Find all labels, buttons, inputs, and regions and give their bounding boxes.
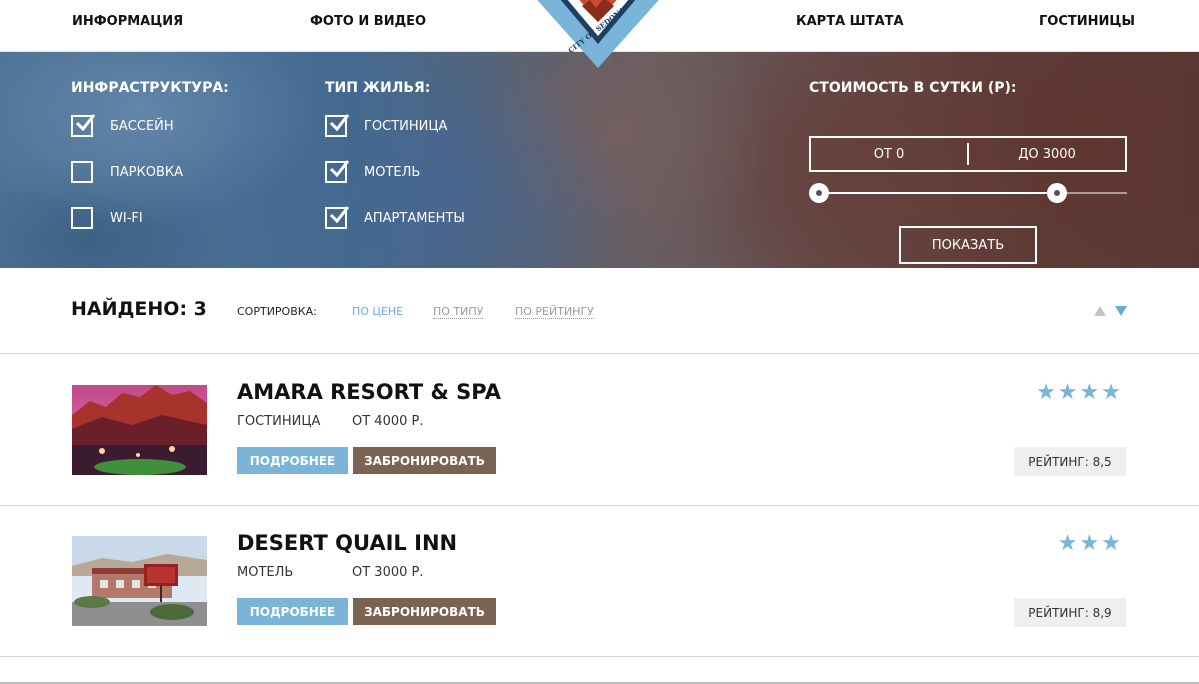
show-button[interactable]: ПОКАЗАТЬ [899, 226, 1037, 264]
sort-by-price[interactable]: ПО ЦЕНЕ [352, 305, 403, 318]
nav-item-hotels[interactable]: ГОСТИНИЦЫ [1039, 14, 1135, 29]
checkbox-label: БАССЕЙН [110, 118, 174, 134]
rating-badge: РЕЙТИНГ: 8,9 [1014, 598, 1126, 627]
price-to[interactable]: ДО 3000 [969, 138, 1125, 170]
checkbox-wifi[interactable]: WI-FI [71, 207, 143, 229]
slider-track-fill [819, 192, 1058, 194]
price-title: СТОИМОСТЬ В СУТКИ (Р): [809, 80, 1017, 96]
star-icon: ★ [1079, 531, 1100, 556]
nav-item-state-map[interactable]: КАРТА ШТАТА [796, 14, 904, 29]
infrastructure-title: ИНФРАСТРУКТУРА: [71, 80, 229, 96]
nav-item-photo-video[interactable]: ФОТО И ВИДЕО [310, 14, 426, 29]
checkbox-label: WI-FI [110, 210, 143, 226]
hotel-card: AMARA RESORT & SPA ГОСТИНИЦА ОТ 4000 Р. … [0, 355, 1199, 506]
sort-descending-icon[interactable] [1115, 306, 1127, 316]
star-icon: ★ [1079, 380, 1100, 405]
slider-handle-min[interactable] [809, 183, 829, 203]
checkbox-box[interactable] [71, 161, 93, 183]
hotel-type: ГОСТИНИЦА [237, 414, 321, 429]
checkbox-apartments[interactable]: АПАРТАМЕНТЫ [325, 206, 465, 229]
details-button[interactable]: ПОДРОБНЕЕ [237, 598, 348, 625]
hotel-card: DESERT QUAIL INN МОТЕЛЬ ОТ 3000 Р. ПОДРО… [0, 506, 1199, 657]
star-icon: ★ [1057, 531, 1078, 556]
sort-by-rating[interactable]: ПО РЕЙТИНГУ [515, 305, 594, 319]
city-of-sedona-logo[interactable]: CITY OF SEDONA [530, 0, 666, 68]
check-icon [329, 160, 350, 178]
star-icon: ★ [1101, 531, 1121, 556]
check-icon [329, 206, 350, 224]
checkbox-motel[interactable]: МОТЕЛЬ [325, 160, 421, 183]
checkbox-label: ПАРКОВКА [110, 164, 184, 180]
hotel-name[interactable]: AMARA RESORT & SPA [237, 380, 501, 404]
nav-item-information[interactable]: ИНФОРМАЦИЯ [72, 14, 183, 29]
book-button[interactable]: ЗАБРОНИРОВАТЬ [353, 598, 496, 625]
hotel-photo[interactable] [72, 385, 207, 475]
sort-ascending-icon[interactable] [1094, 306, 1106, 316]
star-icon: ★ [1101, 380, 1121, 405]
checkbox-box[interactable] [325, 114, 350, 137]
checkbox-label: МОТЕЛЬ [364, 164, 421, 180]
details-button[interactable]: ПОДРОБНЕЕ [237, 447, 348, 474]
star-icon: ★ [1057, 380, 1078, 405]
checkbox-box[interactable] [325, 206, 350, 229]
check-icon [75, 114, 96, 132]
checkbox-box[interactable] [71, 207, 93, 229]
price-slider[interactable] [809, 182, 1127, 204]
checkbox-box[interactable] [325, 160, 350, 183]
price-from[interactable]: ОТ 0 [811, 138, 967, 170]
price-range-inputs: ОТ 0 ДО 3000 [809, 136, 1127, 172]
checkbox-parking[interactable]: ПАРКОВКА [71, 161, 183, 183]
hotel-price: ОТ 4000 Р. [352, 414, 424, 429]
sort-by-type[interactable]: ПО ТИПУ [433, 305, 484, 319]
checkbox-box[interactable] [71, 114, 96, 137]
hotel-name[interactable]: DESERT QUAIL INN [237, 531, 457, 555]
book-button[interactable]: ЗАБРОНИРОВАТЬ [353, 447, 496, 474]
star-icon: ★ [1036, 380, 1056, 405]
star-rating: ★ ★ ★ ★ [1036, 381, 1121, 405]
filter-panel: ИНФРАСТРУКТУРА: БАССЕЙН ПАРКОВКА WI-FI Т… [0, 52, 1199, 268]
checkbox-label: АПАРТАМЕНТЫ [364, 210, 465, 226]
housing-type-title: ТИП ЖИЛЬЯ: [325, 80, 431, 96]
housing-type-filter: ТИП ЖИЛЬЯ: ГОСТИНИЦА МОТЕЛЬ АПАРТАМЕНТЫ [325, 80, 465, 229]
checkbox-pool[interactable]: БАССЕЙН [71, 114, 174, 137]
checkbox-label: ГОСТИНИЦА [364, 118, 448, 134]
results-header: НАЙДЕНО: 3 СОРТИРОВКА: ПО ЦЕНЕ ПО ТИПУ П… [0, 268, 1199, 354]
rating-badge: РЕЙТИНГ: 8,5 [1014, 447, 1126, 476]
hotel-type: МОТЕЛЬ [237, 565, 294, 580]
price-filter: СТОИМОСТЬ В СУТКИ (Р): ОТ 0 ДО 3000 ПОКА… [809, 80, 1127, 268]
infrastructure-filter: ИНФРАСТРУКТУРА: БАССЕЙН ПАРКОВКА WI-FI [71, 80, 229, 229]
sort-label: СОРТИРОВКА: [237, 305, 317, 318]
star-rating: ★ ★ ★ [1058, 532, 1121, 556]
slider-handle-max[interactable] [1047, 183, 1068, 203]
checkbox-hotel[interactable]: ГОСТИНИЦА [325, 114, 448, 137]
hotel-photo[interactable] [72, 536, 207, 626]
found-count: НАЙДЕНО: 3 [71, 298, 207, 320]
hotel-price: ОТ 3000 Р. [352, 565, 424, 580]
check-icon [329, 114, 350, 132]
